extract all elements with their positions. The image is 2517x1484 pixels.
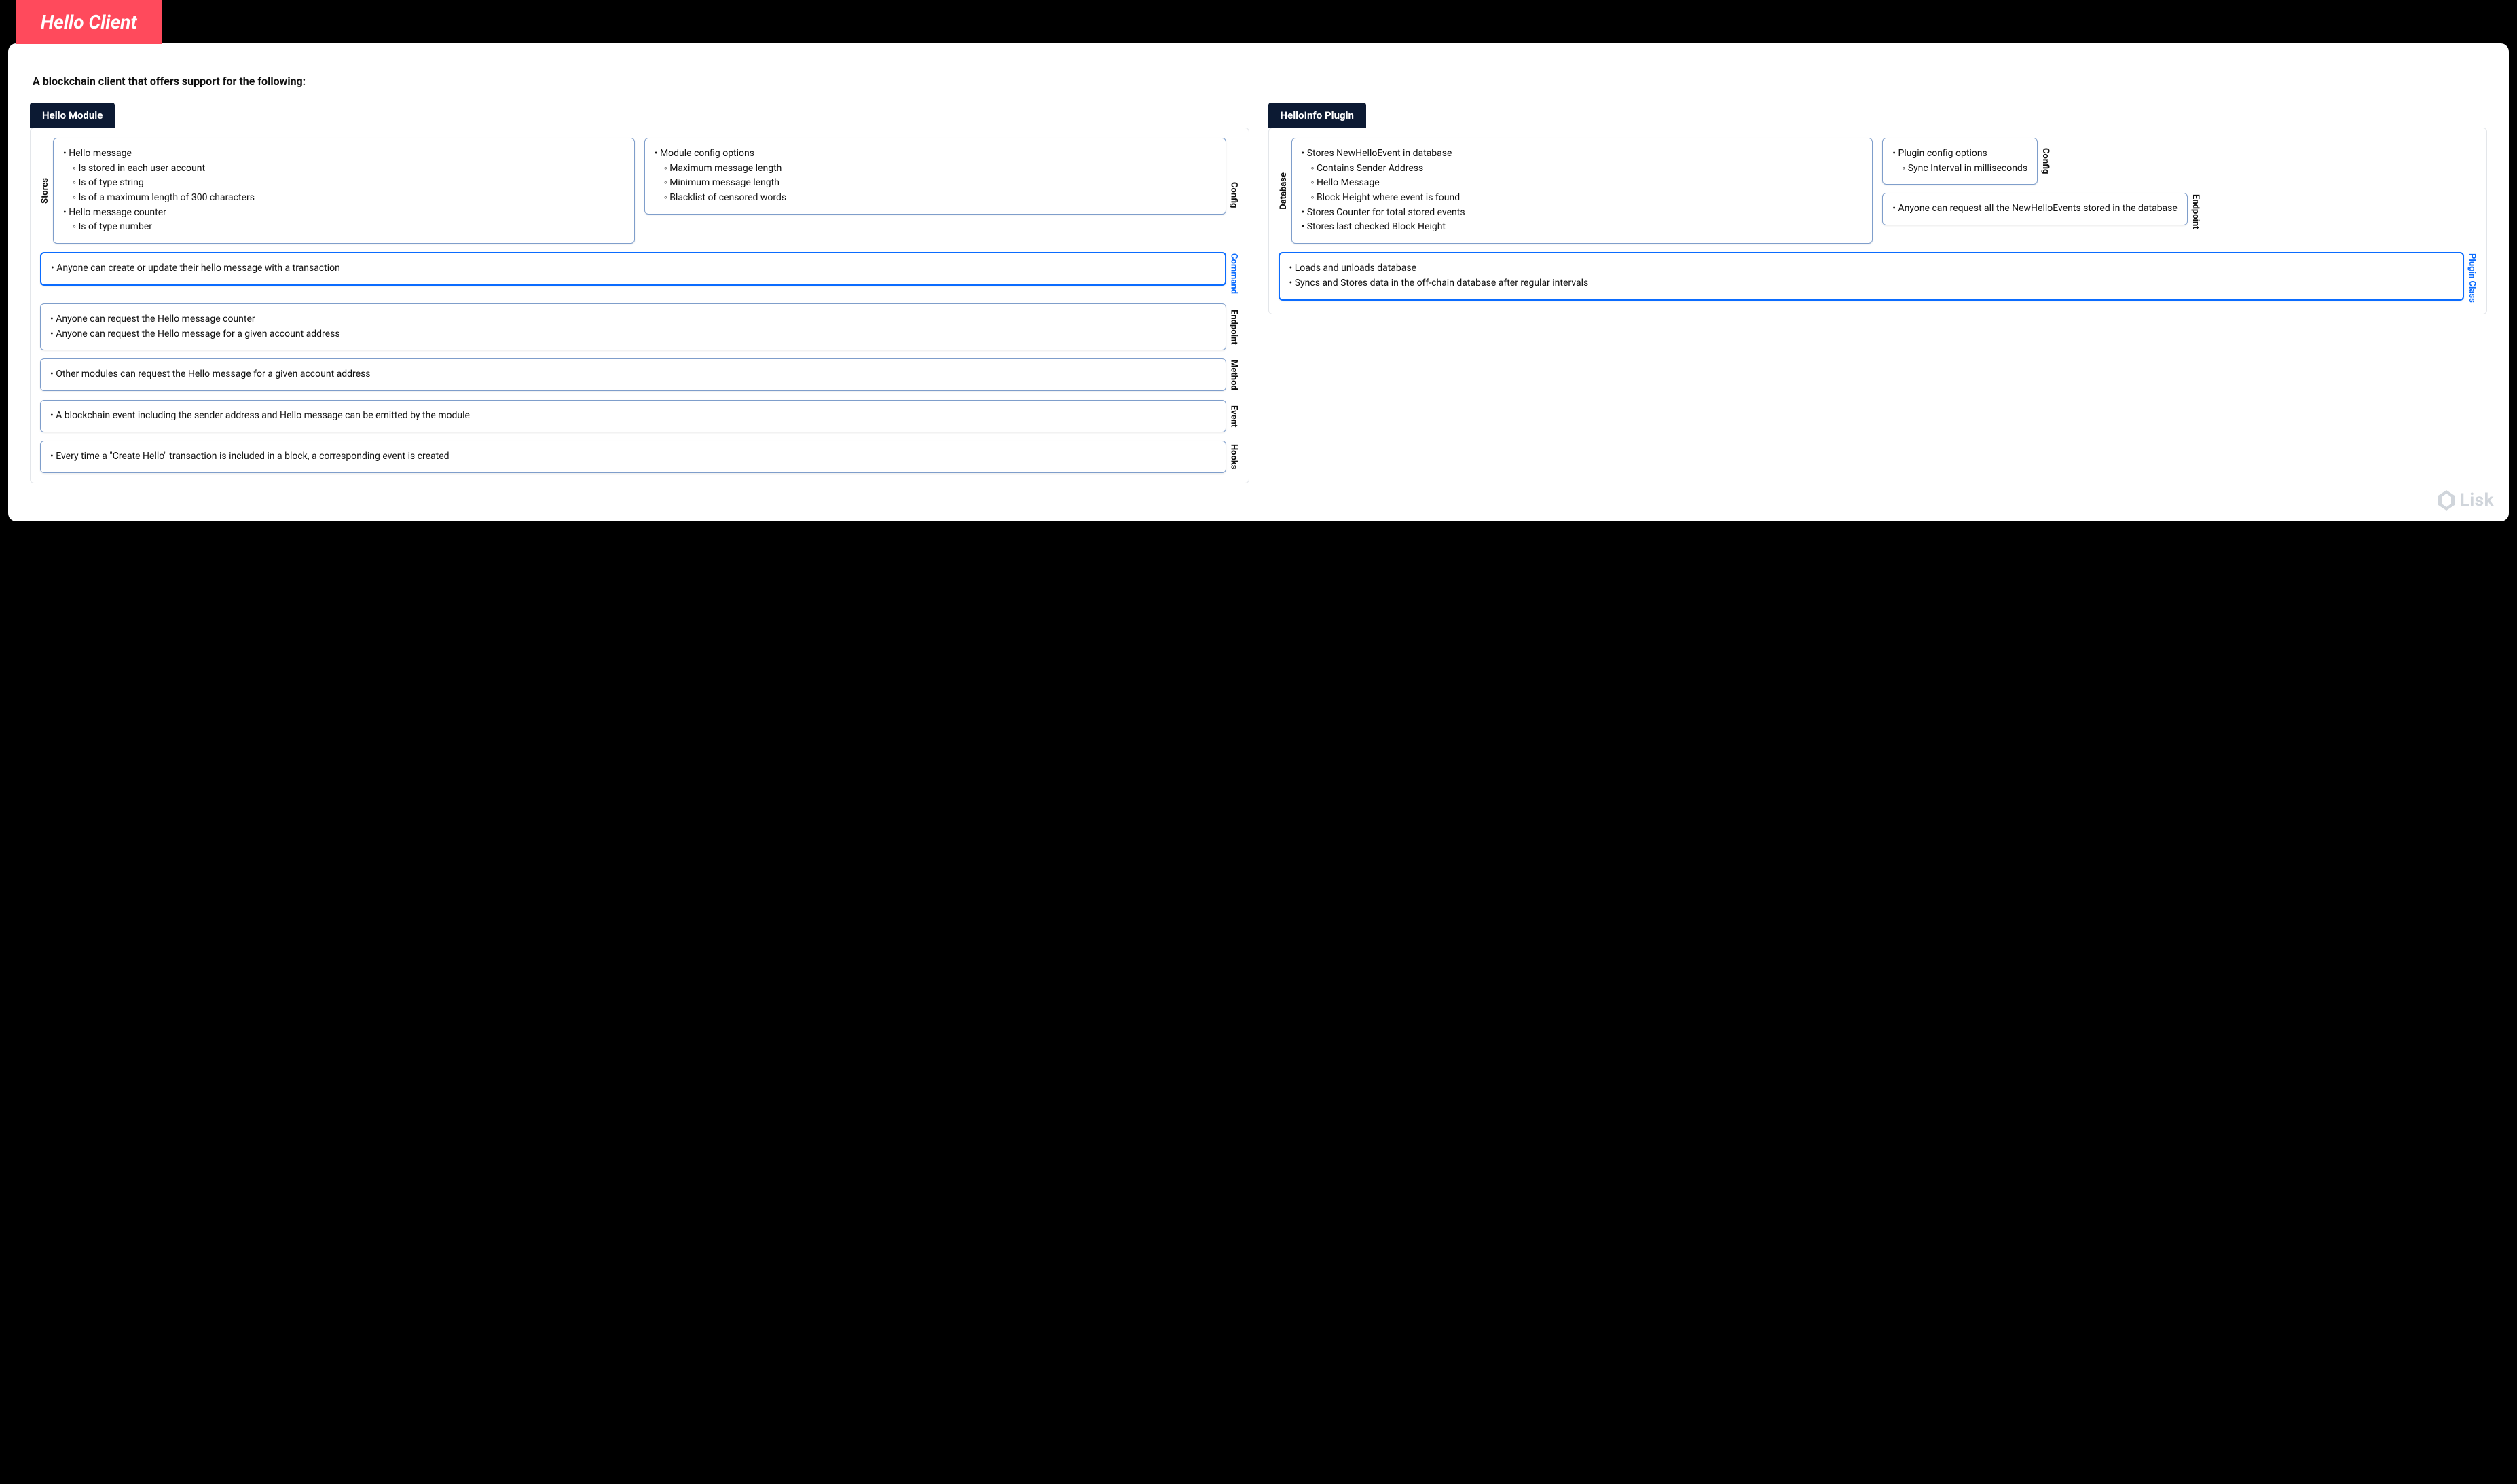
module-endpoint-item-0: Anyone can request the Hello message cou… [50,312,1216,327]
plugin-class-item-1: Syncs and Stores data in the off-chain d… [1289,276,2454,291]
database-item-0-2: Block Height where event is found [1311,191,1863,206]
brand-logo: Lisk [2438,490,2494,511]
row-module-top: Stores Hello message Is stored in each u… [40,138,1239,252]
box-plugin-config: Plugin config options Sync Interval in m… [1882,138,2038,185]
module-config-item-0-1: Minimum message length [664,176,1216,191]
plugin-class-item-0: Loads and unloads database [1289,261,2454,276]
main-card: A blockchain client that offers support … [8,43,2509,521]
plugin-config-item-0-0: Sync Interval in milliseconds [1902,162,2027,177]
label-module-config: Config [1229,181,1239,210]
event-item-0: A blockchain event including the sender … [50,409,1216,424]
plugin-config-item-0: Plugin config options [1898,148,1987,159]
command-item-0: Anyone can create or update their hello … [51,261,1215,276]
database-item-1: Stores Counter for total stored events [1302,206,1863,221]
box-wrap-module-config: Module config options Maximum message le… [644,138,1239,252]
box-method: Other modules can request the Hello mess… [40,358,1226,391]
box-database: Stores NewHelloEvent in database Contain… [1291,138,1873,244]
section-body-module: Stores Hello message Is stored in each u… [30,128,1249,483]
col-module: Hello Module Stores Hello message [30,103,1249,483]
label-command: Command [1229,252,1239,295]
stores-item-0-1: Is of type string [73,176,625,191]
stores-item-1-0: Is of type number [73,220,625,235]
box-event: A blockchain event including the sender … [40,400,1226,432]
col-plugin: HelloInfo Plugin Database Stores NewHell… [1268,103,2488,314]
box-wrap-command: Anyone can create or update their hello … [40,252,1239,295]
box-module-endpoint: Anyone can request the Hello message cou… [40,303,1226,350]
box-wrap-plugin-right: Plugin config options Sync Interval in m… [1882,138,2477,252]
box-wrap-hooks: Every time a "Create Hello" transaction … [40,441,1239,473]
label-stores: Stores [40,177,50,205]
label-plugin-config: Config [2040,147,2051,176]
stores-item-0-0: Is stored in each user account [73,162,625,177]
section-body-plugin: Database Stores NewHelloEvent in databas… [1268,128,2488,314]
database-item-0-0: Contains Sender Address [1311,162,1863,177]
subtitle: A blockchain client that offers support … [33,75,2487,88]
row-plugin-top: Database Stores NewHelloEvent in databas… [1279,138,2478,252]
section-plugin: HelloInfo Plugin Database Stores NewHell… [1268,103,2488,314]
page-title: Hello Client [16,0,162,44]
lisk-icon [2438,490,2455,511]
box-wrap-database: Database Stores NewHelloEvent in databas… [1279,138,1873,244]
box-wrap-event: A blockchain event including the sender … [40,400,1239,432]
box-wrap-method: Other modules can request the Hello mess… [40,358,1239,392]
box-wrap-stores: Stores Hello message Is stored in each u… [40,138,635,244]
tab-hello-module: Hello Module [30,103,115,128]
stores-item-0-2: Is of a maximum length of 300 characters [73,191,625,206]
module-config-item-0: Module config options [660,148,754,159]
brand-text: Lisk [2460,490,2494,511]
box-wrap-plugin-class: Loads and unloads database Syncs and Sto… [1279,252,2478,304]
box-hooks: Every time a "Create Hello" transaction … [40,441,1226,473]
box-command: Anyone can create or update their hello … [40,252,1226,286]
stores-item-1: Hello message counter [69,207,166,218]
box-plugin-class: Loads and unloads database Syncs and Sto… [1279,252,2465,300]
label-database: Database [1279,171,1289,211]
stores-item-0: Hello message [69,148,132,159]
database-item-2: Stores last checked Block Height [1302,220,1863,235]
database-item-0: Stores NewHelloEvent in database [1307,148,1452,159]
module-config-item-0-2: Blacklist of censored words [664,191,1216,206]
tab-helloinfo-plugin: HelloInfo Plugin [1268,103,1366,128]
database-item-0-1: Hello Message [1311,176,1863,191]
method-item-0: Other modules can request the Hello mess… [50,367,1216,382]
module-endpoint-item-1: Anyone can request the Hello message for… [50,327,1216,342]
module-config-item-0-0: Maximum message length [664,162,1216,177]
label-method: Method [1229,358,1239,392]
hooks-item-0: Every time a "Create Hello" transaction … [50,449,1216,464]
label-hooks: Hooks [1229,443,1239,470]
section-module: Hello Module Stores Hello message [30,103,1249,483]
box-wrap-module-endpoint: Anyone can request the Hello message cou… [40,303,1239,350]
box-plugin-endpoint: Anyone can request all the NewHelloEvent… [1882,193,2188,225]
box-module-config: Module config options Maximum message le… [644,138,1226,215]
label-plugin-class: Plugin Class [2467,252,2477,304]
box-stores: Hello message Is stored in each user acc… [53,138,635,244]
label-plugin-endpoint: Endpoint [2190,193,2201,231]
columns: Hello Module Stores Hello message [30,103,2487,483]
plugin-endpoint-item-0: Anyone can request all the NewHelloEvent… [1892,202,2178,217]
page: Hello Client A blockchain client that of… [0,0,2517,1484]
label-module-endpoint: Endpoint [1229,308,1239,346]
label-event: Event [1229,404,1239,428]
